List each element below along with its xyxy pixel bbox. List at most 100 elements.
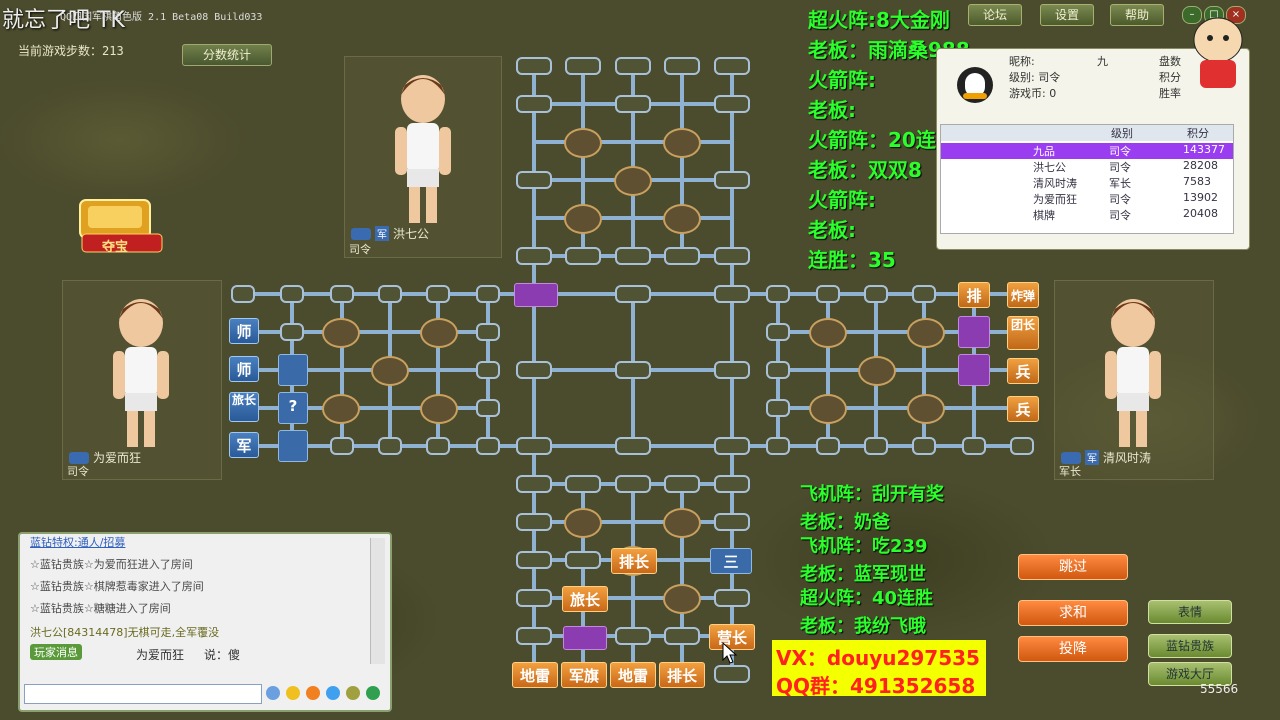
board-node[interactable] (280, 285, 304, 303)
chat-bubble-icon[interactable] (266, 686, 280, 700)
board-camp[interactable] (663, 508, 701, 538)
board-node[interactable] (516, 437, 552, 455)
board-node[interactable] (615, 475, 651, 493)
board-camp[interactable] (564, 128, 602, 158)
board-node[interactable] (516, 627, 552, 645)
board-node[interactable] (766, 323, 790, 341)
game-piece[interactable] (278, 430, 308, 462)
board-node[interactable] (565, 57, 601, 75)
game-piece[interactable] (514, 283, 558, 307)
board-node[interactable] (766, 361, 790, 379)
game-piece[interactable]: 团长 (1007, 316, 1039, 350)
board-node[interactable] (426, 437, 450, 455)
board-node[interactable] (476, 437, 500, 455)
skip-button[interactable]: 跳过 (1018, 554, 1128, 580)
game-piece[interactable]: 地雷 (610, 662, 656, 688)
emoji-icon[interactable] (306, 686, 320, 700)
board-camp[interactable] (564, 204, 602, 234)
board-camp[interactable] (663, 128, 701, 158)
game-piece[interactable]: 师 (229, 356, 259, 382)
vip-button[interactable]: 蓝钻贵族 (1148, 634, 1232, 658)
board-node[interactable] (864, 285, 888, 303)
board-node[interactable] (330, 437, 354, 455)
game-piece[interactable]: 排长 (611, 548, 657, 574)
board-camp[interactable] (420, 394, 458, 424)
board-node[interactable] (766, 285, 790, 303)
tools-icon[interactable] (346, 686, 360, 700)
board-node[interactable] (816, 285, 840, 303)
send-icon[interactable] (366, 686, 380, 700)
board-camp[interactable] (907, 318, 945, 348)
board-node[interactable] (231, 285, 255, 303)
table-row[interactable]: 清风时涛 军长 7583 (941, 175, 1233, 191)
board-node[interactable] (864, 437, 888, 455)
board-node[interactable] (476, 323, 500, 341)
board-node[interactable] (516, 551, 552, 569)
board-camp[interactable] (420, 318, 458, 348)
board-camp[interactable] (322, 318, 360, 348)
board-node[interactable] (615, 437, 651, 455)
game-piece[interactable]: 旅长 (562, 586, 608, 612)
board-node[interactable] (476, 361, 500, 379)
board-node[interactable] (516, 589, 552, 607)
game-piece[interactable]: 兵 (1007, 358, 1039, 384)
board-node[interactable] (714, 361, 750, 379)
board-node[interactable] (714, 247, 750, 265)
smiley-icon[interactable] (286, 686, 300, 700)
game-piece[interactable]: ? (278, 392, 308, 424)
player-message-tab[interactable]: 玩家消息 (30, 644, 82, 660)
game-piece[interactable]: 三 (710, 548, 752, 574)
board-node[interactable] (615, 285, 651, 303)
game-piece[interactable]: 军 (229, 432, 259, 458)
peace-button[interactable]: 求和 (1018, 600, 1128, 626)
game-piece[interactable]: 兵 (1007, 396, 1039, 422)
board-node[interactable] (615, 95, 651, 113)
board-camp[interactable] (371, 356, 409, 386)
table-row[interactable]: 棋牌 司令 20408 (941, 207, 1233, 223)
board-node[interactable] (664, 247, 700, 265)
board-camp[interactable] (614, 166, 652, 196)
board-node[interactable] (615, 627, 651, 645)
board-node[interactable] (714, 285, 750, 303)
chat-input[interactable] (24, 684, 262, 704)
board-node[interactable] (516, 475, 552, 493)
board-node[interactable] (766, 399, 790, 417)
board-node[interactable] (615, 247, 651, 265)
game-piece[interactable]: 地雷 (512, 662, 558, 688)
board-node[interactable] (714, 437, 750, 455)
board-node[interactable] (426, 285, 450, 303)
table-row[interactable]: 洪七公 司令 28208 (941, 159, 1233, 175)
board-node[interactable] (1010, 437, 1034, 455)
board-camp[interactable] (322, 394, 360, 424)
board-node[interactable] (714, 665, 750, 683)
board-node[interactable] (962, 437, 986, 455)
board-node[interactable] (714, 475, 750, 493)
board-node[interactable] (330, 285, 354, 303)
game-piece[interactable] (563, 626, 607, 650)
board-node[interactable] (565, 551, 601, 569)
board-node[interactable] (912, 285, 936, 303)
board-node[interactable] (615, 57, 651, 75)
rank-table[interactable]: 级别 积分 九品 司令 143377 洪七公 司令 28208 清风时涛 军长 … (940, 124, 1234, 234)
game-piece[interactable] (278, 354, 308, 386)
board-node[interactable] (280, 323, 304, 341)
board-node[interactable] (664, 475, 700, 493)
board-node[interactable] (714, 95, 750, 113)
board-node[interactable] (516, 57, 552, 75)
game-piece[interactable]: 排长 (659, 662, 705, 688)
board-node[interactable] (664, 627, 700, 645)
board-node[interactable] (912, 437, 936, 455)
game-piece[interactable]: 排 (958, 282, 990, 308)
game-piece[interactable] (958, 316, 990, 348)
board-camp[interactable] (564, 508, 602, 538)
board-node[interactable] (766, 437, 790, 455)
game-piece[interactable] (958, 354, 990, 386)
board-camp[interactable] (809, 394, 847, 424)
board-camp[interactable] (907, 394, 945, 424)
board-node[interactable] (714, 513, 750, 531)
board-node[interactable] (714, 171, 750, 189)
board-node[interactable] (565, 475, 601, 493)
board-node[interactable] (565, 247, 601, 265)
board-node[interactable] (516, 247, 552, 265)
action-icon[interactable] (326, 686, 340, 700)
